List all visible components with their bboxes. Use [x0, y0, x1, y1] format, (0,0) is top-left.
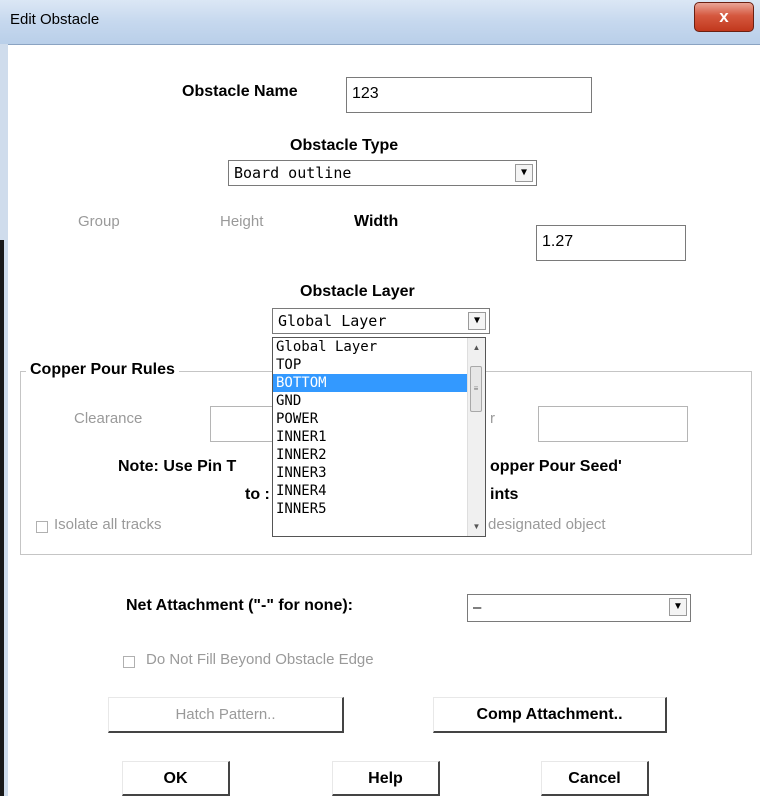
net-attachment-select[interactable]: – ▼ — [467, 594, 691, 622]
close-button[interactable]: x — [694, 2, 754, 32]
obstacle-type-label: Obstacle Type — [290, 137, 399, 154]
cancel-button[interactable]: Cancel — [541, 761, 649, 796]
height-label: Height — [220, 213, 264, 230]
obstacle-type-select[interactable]: Board outline ▼ — [228, 160, 537, 186]
chevron-down-icon[interactable]: ▼ — [669, 598, 687, 616]
layer-option[interactable]: POWER — [273, 410, 469, 428]
title-bar — [0, 0, 760, 45]
chevron-down-icon[interactable]: ▼ — [468, 312, 486, 330]
window-title: Edit Obstacle — [10, 11, 100, 28]
layer-option[interactable]: Global Layer — [273, 338, 469, 356]
isolate-tracks-label: Isolate all tracks — [54, 516, 162, 533]
note-line1-left: Note: Use Pin T — [118, 458, 237, 475]
net-attachment-label: Net Attachment ("-" for none): — [126, 597, 354, 614]
group-label: Group — [78, 213, 120, 230]
obstacle-name-input[interactable]: 123 — [346, 77, 592, 113]
layer-option[interactable]: TOP — [273, 356, 469, 374]
layer-option[interactable]: INNER3 — [273, 464, 469, 482]
window-left-border — [0, 240, 4, 796]
scroll-down-icon[interactable]: ▼ — [469, 519, 484, 534]
note-line2-left: to : — [245, 486, 270, 503]
obstacle-name-label: Obstacle Name — [182, 83, 298, 100]
layer-option[interactable]: INNER5 — [273, 500, 469, 518]
obstacle-layer-select[interactable]: Global Layer ▼ — [272, 308, 490, 334]
net-attachment-value: – — [473, 599, 482, 616]
ok-button[interactable]: OK — [122, 761, 230, 796]
note-line2-right: ints — [490, 486, 519, 503]
help-button[interactable]: Help — [332, 761, 440, 796]
obstacle-type-value: Board outline — [234, 164, 352, 182]
width-input[interactable]: 1.27 — [536, 225, 686, 261]
designated-object-label: designated object — [488, 516, 606, 533]
isolate-tracks-checkbox[interactable] — [36, 521, 48, 533]
hatch-pattern-button[interactable]: Hatch Pattern.. — [108, 697, 344, 733]
clearance-input — [210, 406, 276, 442]
obstacle-layer-value: Global Layer — [278, 312, 387, 330]
layer-option[interactable]: INNER1 — [273, 428, 469, 446]
do-not-fill-checkbox[interactable] — [123, 656, 135, 668]
chevron-down-icon[interactable]: ▼ — [515, 164, 533, 182]
width-label: Width — [354, 213, 399, 230]
obstacle-layer-dropdown[interactable]: Global Layer TOP BOTTOM GND POWER INNER1… — [272, 337, 486, 537]
copper-right-label: r — [490, 410, 495, 427]
layer-option[interactable]: GND — [273, 392, 469, 410]
scroll-up-icon[interactable]: ▲ — [469, 340, 484, 355]
copper-right-input — [538, 406, 688, 442]
clearance-label: Clearance — [74, 410, 143, 427]
layer-option[interactable]: INNER4 — [273, 482, 469, 500]
comp-attachment-button[interactable]: Comp Attachment.. — [433, 697, 667, 733]
dropdown-scrollbar[interactable]: ▲ ≡ ▼ — [467, 338, 485, 536]
note-line1-right: opper Pour Seed' — [490, 458, 622, 475]
scroll-thumb[interactable]: ≡ — [470, 366, 482, 412]
copper-pour-title: Copper Pour Rules — [26, 361, 179, 379]
layer-option[interactable]: INNER2 — [273, 446, 469, 464]
do-not-fill-label: Do Not Fill Beyond Obstacle Edge — [146, 651, 374, 668]
obstacle-layer-label: Obstacle Layer — [300, 283, 415, 300]
layer-option-selected[interactable]: BOTTOM — [273, 374, 469, 392]
